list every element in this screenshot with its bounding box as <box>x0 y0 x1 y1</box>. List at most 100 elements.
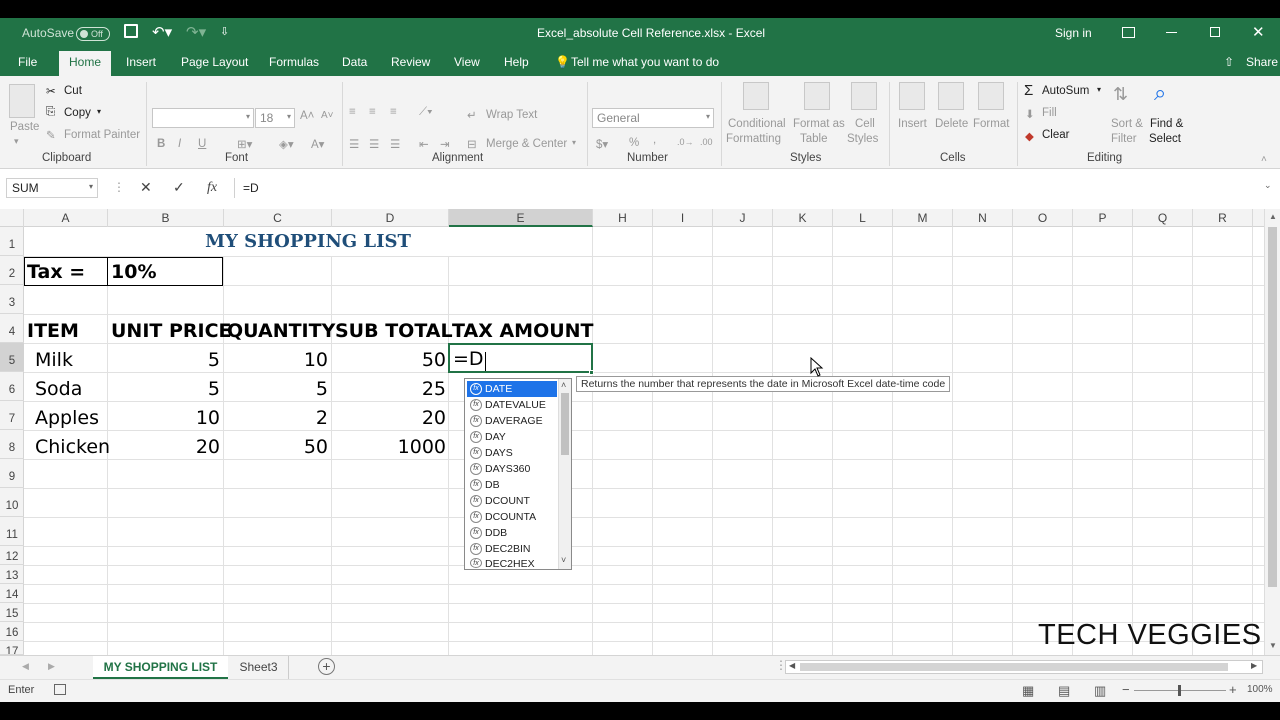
undo-icon[interactable]: ↶▾ <box>152 23 172 41</box>
restore-icon[interactable] <box>1210 27 1220 37</box>
column-header[interactable]: D <box>332 209 449 227</box>
active-cell-editor[interactable]: =D <box>448 343 593 373</box>
column-header[interactable]: C <box>224 209 332 227</box>
autocomplete-item[interactable]: fx DAYS360 <box>467 461 557 477</box>
tax-value-cell[interactable]: 10% <box>111 261 156 283</box>
price-cell[interactable]: 10 <box>108 407 220 429</box>
column-header[interactable]: J <box>713 209 773 227</box>
font-name-combo[interactable]: ▾ <box>152 108 254 128</box>
header-tax-amount[interactable]: TAX AMOUNT <box>452 320 594 342</box>
row-header[interactable]: 12 <box>0 546 24 565</box>
paste-chevron-icon[interactable]: ▾ <box>14 136 19 147</box>
autocomplete-item[interactable]: fx DAVERAGE <box>467 413 557 429</box>
row-header[interactable]: 11 <box>0 517 24 546</box>
column-header[interactable]: P <box>1073 209 1133 227</box>
price-cell[interactable]: 5 <box>108 349 220 371</box>
delete-cells-button[interactable]: Delete <box>935 118 968 130</box>
scroll-left-icon[interactable]: ◀ <box>789 661 795 670</box>
quantity-cell[interactable]: 5 <box>224 378 328 400</box>
bold-button[interactable]: B <box>157 138 165 150</box>
tab-data[interactable]: Data <box>342 55 367 69</box>
find-select-label-2[interactable]: Select <box>1149 133 1181 145</box>
tell-me-search[interactable]: Tell me what you want to do <box>571 55 719 69</box>
subtotal-cell[interactable]: 1000 <box>332 436 446 458</box>
customize-toolbar-icon[interactable]: ⇩ <box>220 25 229 38</box>
align-center-icon[interactable]: ☰ <box>369 137 379 151</box>
horizontal-scrollbar[interactable]: ◀ ▶ <box>785 660 1263 674</box>
cell-styles-icon[interactable] <box>851 82 877 110</box>
row-header[interactable]: 3 <box>0 285 24 314</box>
prev-sheet-icon[interactable]: ◀ <box>22 661 29 672</box>
tab-view[interactable]: View <box>454 55 480 69</box>
tab-page-layout[interactable]: Page Layout <box>181 55 248 69</box>
share-icon[interactable]: ⇧ <box>1224 55 1234 69</box>
copy-icon[interactable]: ⎘ <box>46 106 55 119</box>
row-header[interactable]: 15 <box>0 603 24 622</box>
row-header[interactable]: 9 <box>0 459 24 488</box>
minimize-icon[interactable] <box>1166 32 1177 33</box>
align-left-icon[interactable]: ☰ <box>349 137 359 151</box>
ribbon-display-icon[interactable] <box>1122 27 1135 38</box>
page-break-view-icon[interactable]: ▥ <box>1094 683 1106 699</box>
column-header[interactable]: H <box>593 209 653 227</box>
autocomplete-item[interactable]: fx DEC2BIN <box>467 541 557 557</box>
row-header[interactable]: 1 <box>0 227 24 256</box>
column-header[interactable]: L <box>833 209 893 227</box>
format-as-table-icon[interactable] <box>804 82 830 110</box>
align-right-icon[interactable]: ☰ <box>390 137 400 151</box>
subtotal-cell[interactable]: 20 <box>332 407 446 429</box>
format-as-table-label-2[interactable]: Table <box>800 133 828 145</box>
column-header[interactable]: B <box>108 209 224 227</box>
quantity-cell[interactable]: 10 <box>224 349 328 371</box>
decrease-indent-icon[interactable]: ⇤ <box>419 137 429 151</box>
scrollbar-thumb[interactable] <box>1268 227 1277 587</box>
column-header[interactable]: R <box>1193 209 1253 227</box>
column-header[interactable]: M <box>893 209 953 227</box>
font-size-combo[interactable]: 18 ▾ <box>255 108 295 128</box>
borders-icon[interactable]: ⊞▾ <box>237 137 252 151</box>
column-header[interactable]: I <box>653 209 713 227</box>
paste-button[interactable]: Paste <box>10 121 39 133</box>
row-header[interactable]: 6 <box>0 372 24 401</box>
format-painter-button[interactable]: Format Painter <box>64 129 140 141</box>
autocomplete-item[interactable]: fx DCOUNT <box>467 493 557 509</box>
delete-cells-icon[interactable] <box>938 82 964 110</box>
format-painter-icon[interactable]: ✎ <box>46 128 56 142</box>
copy-chevron-icon[interactable]: ▾ <box>97 107 101 116</box>
share-button[interactable]: Share <box>1246 55 1278 69</box>
tax-label-cell[interactable]: Tax = <box>27 261 85 283</box>
normal-view-icon[interactable]: ▦ <box>1022 683 1034 699</box>
confirm-entry-icon[interactable]: ✓ <box>173 179 185 196</box>
percent-button[interactable]: % <box>629 137 639 149</box>
select-all-corner[interactable] <box>0 209 24 227</box>
column-header[interactable]: O <box>1013 209 1073 227</box>
clear-button[interactable]: Clear <box>1042 129 1069 141</box>
orientation-icon[interactable]: ⟋▾ <box>419 106 433 119</box>
collapse-ribbon-icon[interactable]: ˄ <box>1261 154 1267 165</box>
zoom-level[interactable]: 100% <box>1247 684 1273 695</box>
shrink-font-icon[interactable]: A˅ <box>321 110 334 121</box>
cell-styles-label-2[interactable]: Styles <box>847 133 878 145</box>
align-top-icon[interactable]: ≡ <box>349 106 356 118</box>
macro-record-icon[interactable] <box>54 684 66 695</box>
column-header-active[interactable]: E <box>449 209 593 227</box>
row-header[interactable]: 2 <box>0 256 24 285</box>
tab-help[interactable]: Help <box>504 55 529 69</box>
increase-decimal-icon[interactable]: .0→ <box>677 137 694 147</box>
insert-cells-icon[interactable] <box>899 82 925 110</box>
find-select-icon[interactable]: ⌕ <box>1154 80 1166 106</box>
conditional-formatting-label-1[interactable]: Conditional <box>728 118 786 130</box>
row-header[interactable]: 17 <box>0 641 24 655</box>
paste-icon[interactable] <box>9 84 35 118</box>
cell-styles-label-1[interactable]: Cell <box>855 118 875 130</box>
tab-insert[interactable]: Insert <box>126 55 156 69</box>
sign-in-link[interactable]: Sign in <box>1055 26 1092 40</box>
merge-chevron-icon[interactable]: ▾ <box>572 138 576 147</box>
increase-indent-icon[interactable]: ⇥ <box>440 137 450 151</box>
scroll-down-icon[interactable]: ▼ <box>1269 641 1277 650</box>
redo-icon[interactable]: ↷▾ <box>186 23 206 41</box>
autocomplete-item[interactable]: fx DCOUNTA <box>467 509 557 525</box>
quantity-cell[interactable]: 50 <box>224 436 328 458</box>
comma-button[interactable]: , <box>653 134 656 146</box>
autocomplete-item[interactable]: fx DAYS <box>467 445 557 461</box>
